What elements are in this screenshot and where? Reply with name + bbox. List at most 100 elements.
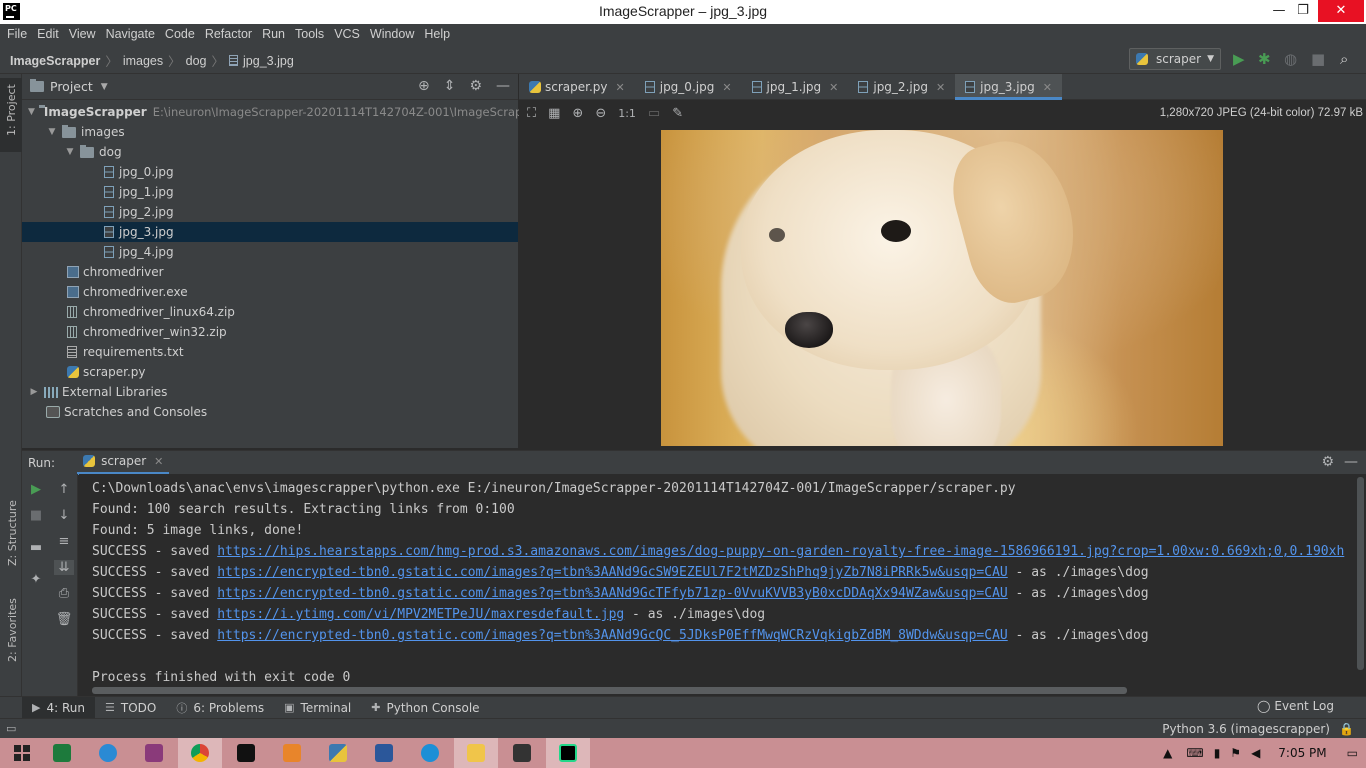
tree-item-images[interactable]: ▼ images [22,122,518,142]
gear-icon[interactable]: ⚙ [1321,454,1334,470]
console-link[interactable]: https://encrypted-tbn0.gstatic.com/image… [217,565,1008,580]
menu-navigate[interactable]: Navigate [101,27,160,41]
breadcrumb-dog[interactable]: dog [186,54,207,68]
taskbar-winrar[interactable] [132,738,176,768]
scroll-up-icon[interactable]: ↑ [54,482,74,497]
breadcrumb-file[interactable]: jpg_3.jpg [243,54,294,68]
tree-item-jpg-4[interactable]: jpg_4.jpg [22,242,518,262]
close-button[interactable]: ✕ [1318,0,1364,22]
tool-windows-toggle-icon[interactable]: ▭ [6,722,16,735]
taskbar-excel[interactable] [40,738,84,768]
tool-terminal[interactable]: ▣ Terminal [274,697,361,719]
console-link[interactable]: https://encrypted-tbn0.gstatic.com/image… [217,586,1008,601]
tab-jpg-3[interactable]: jpg_3.jpg ✕ [955,74,1062,100]
tree-item-jpg-3[interactable]: jpg_3.jpg [22,222,518,242]
close-tab-icon[interactable]: ✕ [936,81,945,94]
taskbar-pycharm[interactable] [546,738,590,768]
project-tool-tab[interactable]: 1: Project [0,78,22,152]
lock-icon[interactable]: 🔒 [1339,722,1354,736]
tree-item-external-libraries[interactable]: ▶ External Libraries [22,382,518,402]
taskbar-cmd[interactable] [224,738,268,768]
menu-run[interactable]: Run [257,27,290,41]
tree-item-chromedriver-linux-zip[interactable]: chromedriver_linux64.zip [22,302,518,322]
menu-tools[interactable]: Tools [290,27,329,41]
breadcrumb-project[interactable]: ImageScrapper [10,54,100,68]
debug-icon[interactable]: ✱ [1258,50,1271,68]
hide-panel-icon[interactable]: — [496,78,510,94]
tool-run[interactable]: ▶ 4: Run [22,696,95,719]
trash-icon[interactable]: 🗑 [54,612,74,627]
tab-scraper-py[interactable]: scraper.py ✕ [519,74,635,100]
collapse-all-icon[interactable]: ⇕ [444,78,456,94]
fit-to-window-icon[interactable]: ⛶ [527,106,536,121]
run-tab-scraper[interactable]: scraper ✕ [77,451,170,475]
taskbar-internet-explorer[interactable] [86,738,130,768]
run-icon[interactable]: ▶ [1233,50,1245,68]
expand-arrow-icon[interactable]: ▼ [28,102,35,122]
run-with-coverage-icon[interactable]: ◍ [1284,50,1297,68]
close-tab-icon[interactable]: ✕ [829,81,838,94]
tab-jpg-2[interactable]: jpg_2.jpg ✕ [848,74,955,100]
console-link[interactable]: https://i.ytimg.com/vi/MPV2METPeJU/maxre… [217,607,624,622]
tree-root[interactable]: ▼ ImageScrapper E:\ineuron\ImageScrapper… [22,102,541,122]
collapsed-arrow-icon[interactable]: ▶ [28,382,40,402]
tree-item-requirements[interactable]: requirements.txt [22,342,518,362]
zoom-in-icon[interactable]: ⊕ [572,106,583,121]
menu-file[interactable]: File [2,27,32,41]
console-link[interactable]: https://hips.hearstapps.com/hmg-prod.s3.… [217,544,1344,559]
background-toggle-icon[interactable]: ▭ [648,106,660,121]
tool-python-console[interactable]: ✚ Python Console [361,697,489,719]
chevron-up-icon[interactable]: ▲ [1163,746,1172,760]
tab-jpg-1[interactable]: jpg_1.jpg ✕ [742,74,849,100]
taskbar-terminal[interactable] [500,738,544,768]
tree-item-jpg-0[interactable]: jpg_0.jpg [22,162,518,182]
menu-window[interactable]: Window [365,27,419,41]
python-interpreter-status[interactable]: Python 3.6 (imagescrapper) [1162,722,1330,736]
menu-refactor[interactable]: Refactor [200,27,257,41]
tree-item-chromedriver-win32-zip[interactable]: chromedriver_win32.zip [22,322,518,342]
tab-jpg-0[interactable]: jpg_0.jpg ✕ [635,74,742,100]
start-button[interactable] [0,738,44,768]
taskbar-edge[interactable] [408,738,452,768]
project-panel-title[interactable]: Project [50,79,93,94]
console-link[interactable]: https://encrypted-tbn0.gstatic.com/image… [217,628,1008,643]
rerun-icon[interactable]: ▶ [26,482,46,497]
event-log-button[interactable]: ◯ Event Log [1257,699,1334,713]
close-tab-icon[interactable]: ✕ [616,81,625,94]
taskbar-file-explorer[interactable] [454,738,498,768]
close-tab-icon[interactable]: ✕ [722,81,731,94]
menu-vcs[interactable]: VCS [329,27,365,41]
close-tab-icon[interactable]: ✕ [1043,81,1052,94]
soft-wrap-icon[interactable]: ≡ [54,534,74,549]
locate-file-icon[interactable]: ⊕ [418,78,430,94]
close-tab-icon[interactable]: ✕ [154,455,163,468]
actual-size-button[interactable]: 1:1 [618,107,636,120]
menu-edit[interactable]: Edit [32,27,64,41]
pin-icon[interactable]: ✦ [26,572,46,587]
menu-view[interactable]: View [64,27,101,41]
chevron-down-icon[interactable]: ▼ [101,82,108,92]
gear-icon[interactable]: ⚙ [469,78,482,94]
tree-item-jpg-1[interactable]: jpg_1.jpg [22,182,518,202]
breadcrumb-images[interactable]: images [123,54,163,68]
stop-icon[interactable]: ■ [26,508,46,523]
favorites-tab[interactable]: 2: Favorites [6,598,19,662]
tool-problems[interactable]: ⓘ 6: Problems [166,697,274,719]
grid-icon[interactable]: ▦ [548,106,560,121]
tool-todo[interactable]: ☰ TODO [95,697,166,719]
tree-item-scratches[interactable]: Scratches and Consoles [22,402,518,422]
horizontal-scrollbar[interactable] [92,687,1127,694]
vertical-scrollbar[interactable] [1357,477,1364,670]
keyboard-icon[interactable]: ⌨ [1186,746,1203,760]
scroll-to-end-icon[interactable]: ⇊ [54,560,74,575]
volume-icon[interactable]: ◀ [1251,746,1260,760]
tree-item-chromedriver-exe[interactable]: chromedriver.exe [22,282,518,302]
network-icon[interactable]: ⚑ [1230,746,1241,760]
expand-arrow-icon[interactable]: ▼ [46,122,58,142]
taskbar-word[interactable] [362,738,406,768]
hide-panel-icon[interactable]: — [1344,454,1358,470]
search-icon[interactable]: ⌕ [1340,50,1348,68]
clock[interactable]: 7:05 PM [1278,746,1326,760]
tree-item-scraper-py[interactable]: scraper.py [22,362,518,382]
tree-item-jpg-2[interactable]: jpg_2.jpg [22,202,518,222]
